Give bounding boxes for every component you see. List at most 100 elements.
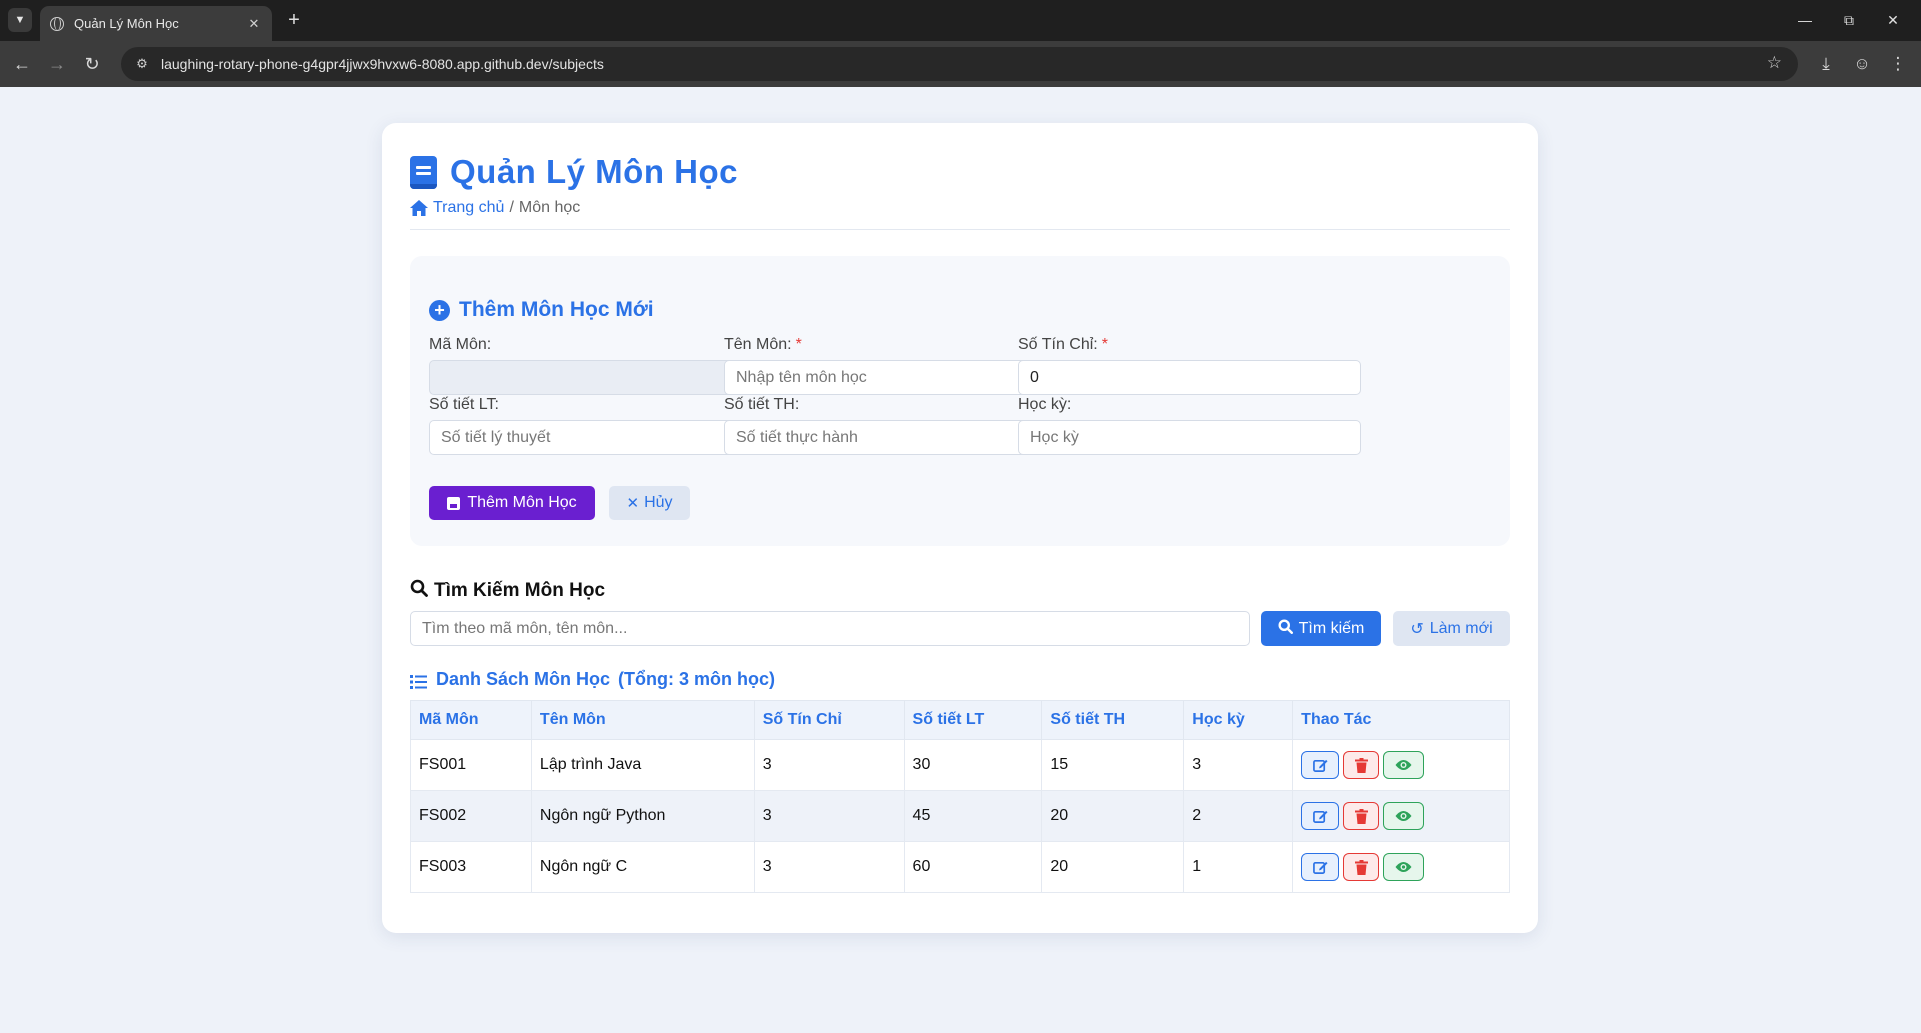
search-icon <box>1278 619 1293 639</box>
address-bar-row: ← → ↻ ⚙ laughing-rotary-phone-g4gpr4jjwx… <box>0 41 1921 87</box>
cell-so-tin-chi: 3 <box>753 739 905 791</box>
ten-mon-input[interactable] <box>724 360 1067 395</box>
cell-ma-mon: FS003 <box>410 841 532 893</box>
close-window-icon[interactable]: ✕ <box>1875 6 1911 34</box>
so-tiet-th-input[interactable] <box>724 420 1067 455</box>
total-count: (Tổng: 3 môn học) <box>618 669 775 689</box>
form-title: + Thêm Môn Học Mới <box>429 298 654 322</box>
eye-icon <box>1395 811 1412 821</box>
browser-tab-bar: ▼ Quản Lý Môn Học ✕ + — ⧉ ✕ <box>0 0 1921 41</box>
cell-hoc-ky: 3 <box>1183 739 1294 791</box>
eye-icon <box>1395 862 1412 872</box>
cell-so-tiet-lt: 60 <box>903 841 1043 893</box>
column-header: Số Tín Chỉ <box>753 700 905 740</box>
list-title-text: Danh Sách Môn Học <box>436 669 611 689</box>
refresh-button-label: Làm mới <box>1429 619 1493 637</box>
add-subject-button-label: Thêm Môn Học <box>467 494 577 511</box>
breadcrumb-home-link[interactable]: Trang chủ <box>433 199 504 217</box>
hoc-ky-label: Học kỳ: <box>1018 396 1072 413</box>
browser-tab[interactable]: Quản Lý Môn Học ✕ <box>40 6 272 41</box>
view-button[interactable] <box>1383 853 1425 881</box>
cell-actions <box>1292 739 1510 791</box>
field-so-tin-chi: Số Tín Chỉ: * <box>1018 336 1361 395</box>
page-title: Quản Lý Môn Học <box>410 153 738 191</box>
edit-button[interactable] <box>1301 751 1340 779</box>
so-tin-chi-input[interactable] <box>1018 360 1361 395</box>
delete-button[interactable] <box>1343 751 1380 779</box>
so-tiet-lt-input[interactable] <box>429 420 772 455</box>
cancel-button-label: Hủy <box>644 494 673 511</box>
form-title-text: Thêm Môn Học Mới <box>459 298 654 321</box>
plus-circle-icon: + <box>429 299 450 321</box>
download-icon[interactable]: ⤓ <box>1812 50 1840 78</box>
cell-hoc-ky: 1 <box>1183 841 1294 893</box>
search-section-title-text: Tìm Kiếm Môn Học <box>434 580 606 601</box>
so-tin-chi-label-text: Số Tín Chỉ: <box>1018 336 1098 353</box>
tab-close-icon[interactable]: ✕ <box>246 16 262 32</box>
trash-icon <box>1354 859 1368 875</box>
trash-icon <box>1354 757 1368 773</box>
edit-button[interactable] <box>1301 853 1340 881</box>
tab-title: Quản Lý Môn Học <box>74 16 179 31</box>
refresh-button[interactable]: ↺ Làm mới <box>1393 611 1510 646</box>
undo-icon: ↺ <box>1410 620 1424 638</box>
ten-mon-label: Tên Môn: * <box>724 336 1067 354</box>
address-bar[interactable]: ⚙ laughing-rotary-phone-g4gpr4jjwx9hvxw6… <box>121 47 1798 81</box>
cancel-button[interactable]: ✕ Hủy <box>609 486 690 520</box>
column-header: Mã Môn <box>410 700 532 740</box>
cell-so-tiet-lt: 45 <box>903 790 1043 842</box>
eye-icon <box>1395 760 1412 770</box>
search-button[interactable]: Tìm kiếm <box>1261 611 1381 646</box>
delete-button[interactable] <box>1343 802 1380 830</box>
field-ten-mon: Tên Môn: * <box>724 336 1067 395</box>
edit-icon <box>1312 759 1328 772</box>
main-card: Quản Lý Môn Học Trang chủ / Môn học + Th… <box>382 123 1538 933</box>
column-header: Số tiết LT <box>903 700 1043 740</box>
ma-mon-label: Mã Môn: <box>429 336 492 353</box>
back-arrow-icon[interactable]: ← <box>8 50 36 78</box>
bookmark-star-icon[interactable]: ☆ <box>1767 53 1782 73</box>
ma-mon-input[interactable] <box>429 360 772 395</box>
profile-icon[interactable]: ☺ <box>1848 50 1876 78</box>
search-icon <box>410 579 428 603</box>
cell-so-tiet-lt: 30 <box>903 739 1043 791</box>
add-subject-button[interactable]: Thêm Môn Học <box>429 486 595 520</box>
delete-button[interactable] <box>1343 853 1380 881</box>
table-row: FS002 Ngôn ngữ Python 3 45 20 2 <box>410 790 1510 842</box>
edit-icon <box>1312 861 1328 874</box>
cell-ten-mon: Ngôn ngữ C <box>530 841 755 893</box>
edit-button[interactable] <box>1301 802 1340 830</box>
column-header: Thao Tác <box>1292 700 1510 740</box>
cell-so-tin-chi: 3 <box>753 790 905 842</box>
reload-icon[interactable]: ↻ <box>78 50 106 78</box>
column-header: Học kỳ <box>1183 700 1294 740</box>
save-icon <box>447 496 461 510</box>
menu-dots-icon[interactable]: ⋮ <box>1884 50 1912 78</box>
restore-icon[interactable]: ⧉ <box>1831 6 1867 34</box>
page-viewport: Quản Lý Môn Học Trang chủ / Môn học + Th… <box>0 87 1921 1033</box>
view-button[interactable] <box>1383 751 1425 779</box>
search-input[interactable] <box>410 611 1250 646</box>
cell-so-tiet-th: 15 <box>1041 739 1185 791</box>
so-tiet-lt-label: Số tiết LT: <box>429 396 499 413</box>
hoc-ky-input[interactable] <box>1018 420 1361 455</box>
breadcrumb-current: Môn học <box>518 199 581 216</box>
tab-search-chevron-icon[interactable]: ▼ <box>8 8 32 32</box>
view-button[interactable] <box>1383 802 1425 830</box>
edit-icon <box>1312 810 1328 823</box>
cell-ma-mon: FS002 <box>410 790 532 842</box>
add-subject-form: + Thêm Môn Học Mới Mã Môn: Tên Môn:* Số … <box>410 256 1510 546</box>
minimize-icon[interactable]: — <box>1787 6 1823 34</box>
field-so-tiet-lt: Số tiết LT: <box>429 396 772 455</box>
site-info-icon[interactable]: ⚙ <box>127 49 157 79</box>
subjects-table: Mã Môn Tên Môn Số Tín Chỉ Số tiết LT Số … <box>410 700 1510 893</box>
required-mark: * <box>1101 336 1108 353</box>
forward-arrow-icon[interactable]: → <box>43 50 71 78</box>
new-tab-plus-icon[interactable]: + <box>282 8 306 32</box>
column-header: Tên Môn <box>530 700 755 740</box>
cell-actions <box>1292 790 1510 842</box>
field-so-tiet-th: Số tiết TH: <box>724 396 1067 455</box>
ten-mon-label-text: Tên Môn: <box>724 336 792 353</box>
title-divider <box>410 229 1510 230</box>
close-icon: ✕ <box>626 495 640 512</box>
